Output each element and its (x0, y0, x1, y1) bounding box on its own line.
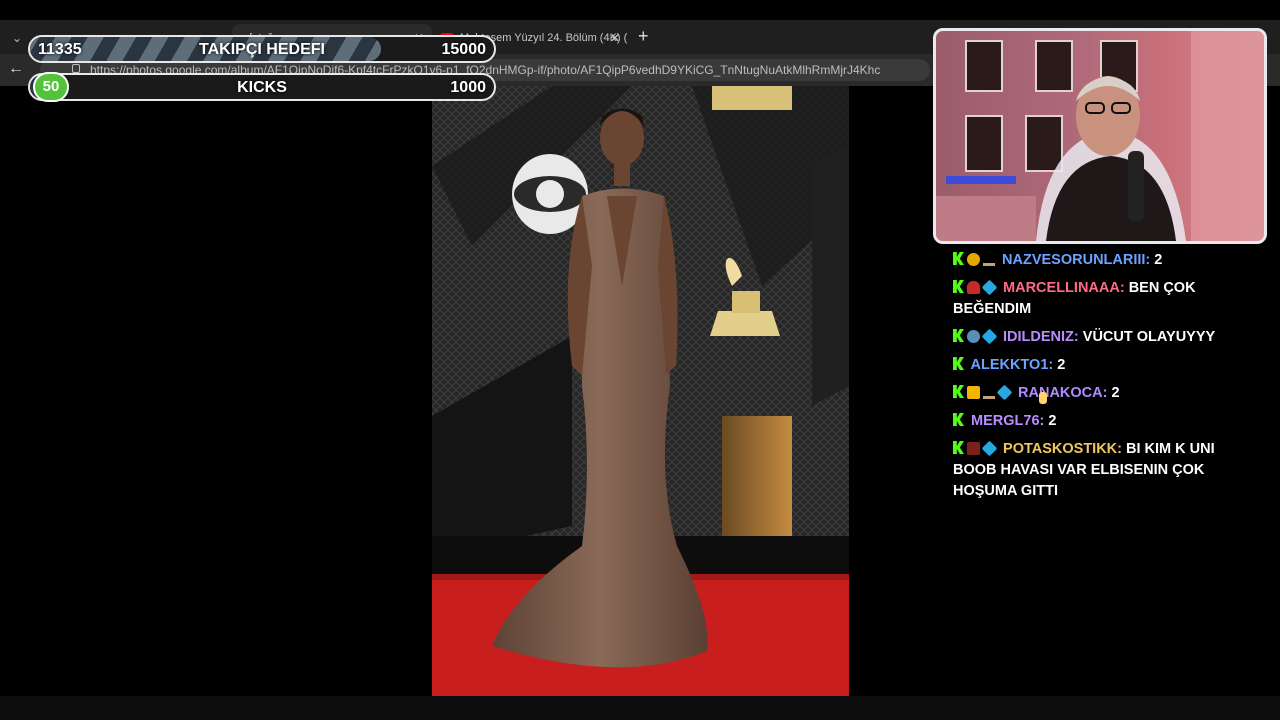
kick-icon (953, 280, 964, 293)
new-tab-button[interactable]: + (638, 26, 649, 47)
crown-badge-icon (967, 386, 980, 399)
coin-badge-icon (967, 253, 980, 266)
chat-text: 2 (1057, 357, 1066, 373)
chat-message: MARCELLINAAA: BEN ÇOK BEĞENDIM (953, 278, 1238, 320)
kicks-goal-bar: KICKS 1000 (28, 73, 496, 101)
hammer-badge-icon (983, 253, 995, 266)
chat-username[interactable]: MARCELLINAAA: (1003, 280, 1125, 296)
chat-username[interactable]: IDILDENIZ: (1003, 329, 1079, 345)
chat-message: MERGL76: 2 (953, 411, 1238, 432)
subscriber-badge-icon (981, 279, 998, 296)
chat-message: IDILDENIZ: VÜCUT OLAYUYYY (953, 327, 1238, 348)
photo-image[interactable] (432, 86, 849, 696)
chat-text: 2 (1154, 252, 1163, 268)
kicks-goal-label: KICKS (237, 79, 287, 96)
streamer-webcam-image (936, 31, 1264, 241)
webcam-feed (933, 28, 1267, 244)
chat-feed: NAZVESORUNLARIII: 2 MARCELLINAAA: BEN ÇO… (953, 250, 1238, 509)
follower-goal-target: 15000 (441, 41, 487, 58)
kick-icon (953, 385, 964, 398)
tab-search-chevron-icon[interactable]: ⌄ (6, 28, 28, 48)
hammer-badge-icon (983, 386, 995, 399)
kick-icon (953, 413, 964, 426)
chat-message: NAZVESORUNLARIII: 2 (953, 250, 1238, 271)
kick-icon (953, 357, 964, 370)
follower-goal-bar: 11335 TAKIPÇI HEDEFI 15000 (28, 35, 496, 63)
close-icon[interactable]: ✕ (610, 24, 620, 52)
chat-text: 2 (1111, 385, 1120, 401)
back-arrow-icon[interactable]: ← (8, 60, 24, 78)
site-info-icon[interactable] (72, 64, 80, 73)
red-hat-badge-icon (967, 281, 980, 294)
follower-goal-label: TAKIPÇI HEDEFI (199, 41, 325, 58)
kicks-goal-target: 1000 (450, 79, 486, 96)
chat-message: RANAKOCA: 2 (953, 383, 1238, 404)
mouse-cursor-icon (1039, 392, 1047, 404)
kick-icon (953, 329, 964, 342)
chat-username[interactable]: MERGL76: (971, 413, 1044, 429)
kick-icon (953, 441, 964, 454)
kicks-goal-current: 50 (33, 72, 69, 102)
subscriber-badge-icon (996, 384, 1013, 401)
subscriber-badge-icon (981, 328, 998, 345)
chat-text: VÜCUT OLAYUYYY (1082, 329, 1216, 345)
chat-username[interactable]: NAZVESORUNLARIII: (1002, 252, 1150, 268)
chat-username[interactable]: ALEKKTO1: (971, 357, 1054, 373)
chat-username[interactable]: POTASKOSTIKK: (1003, 441, 1122, 457)
chat-username[interactable]: RANAKOCA: (1018, 385, 1107, 401)
bottom-bar (0, 696, 1280, 720)
globe-badge-icon (967, 330, 980, 343)
chat-text: 2 (1048, 413, 1057, 429)
kick-icon (953, 252, 964, 265)
subscriber-badge-icon (981, 440, 998, 457)
chat-message: ALEKKTO1: 2 (953, 355, 1238, 376)
red-carpet-photo (432, 86, 849, 696)
tlc-badge-icon (967, 442, 980, 455)
chat-message: POTASKOSTIKK: BI KIM K UNI BOOB HAVASI V… (953, 439, 1238, 502)
